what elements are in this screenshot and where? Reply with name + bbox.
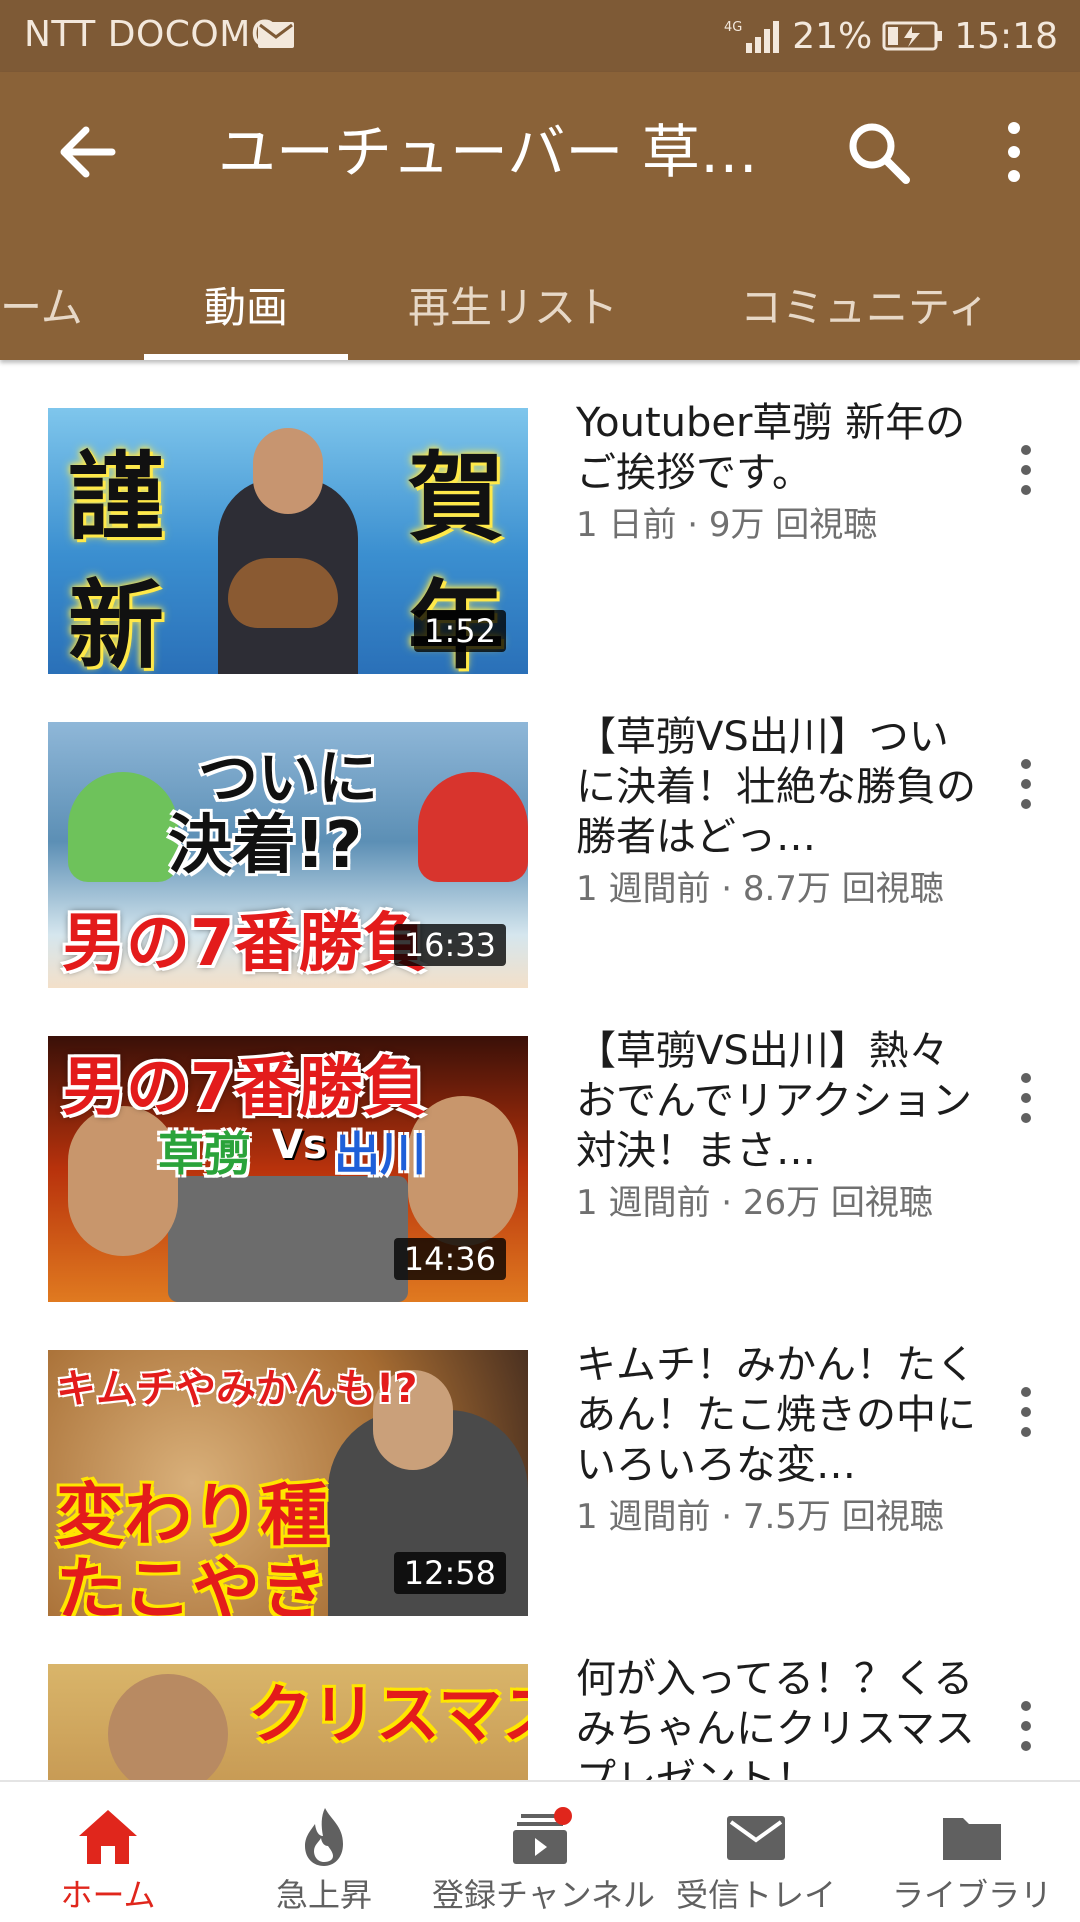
battery-charging-icon [882, 21, 943, 51]
row-more-icon[interactable] [1010, 1380, 1042, 1444]
video-title[interactable]: 【草彅VS出川】ついに決着！壮絶な勝負の勝者はどっ… [576, 712, 976, 862]
video-row[interactable]: クリスマス 何が入ってる！？くるみちゃんにクリスマスプレゼント！ [0, 1616, 1080, 1780]
bottom-navigation: ホーム 急上昇 登録チャンネル 受信トレイ ライブラリ [0, 1780, 1080, 1922]
tab-playlists[interactable]: 再生リスト [408, 256, 618, 360]
nav-subscriptions[interactable]: 登録チャンネル [432, 1782, 656, 1922]
video-subtitle: 1 週間前 · 8.7万 回視聴 [576, 869, 944, 909]
video-thumbnail[interactable]: 謹 賀 新 年 1:52 [48, 408, 528, 674]
app-bar: ユーチューバー 草… ーム 動画 再生リスト コミュニティ [0, 72, 1080, 360]
library-folder-icon [943, 1818, 1001, 1860]
duration-badge: 16:33 [393, 924, 506, 966]
thumb-text: 男の7番勝負 [62, 907, 427, 981]
video-thumbnail[interactable]: キムチやみかんも!? 変わり種 たこやき 12:58 [48, 1350, 528, 1616]
notification-badge [554, 1807, 572, 1825]
row-more-icon[interactable] [1010, 1066, 1042, 1130]
status-right: 4G 21% 15:18 [724, 14, 1058, 58]
signal-4g-icon: 4G [724, 20, 780, 53]
nav-library[interactable]: ライブラリ [864, 1782, 1080, 1922]
row-more-icon[interactable] [1010, 1694, 1042, 1758]
thumb-text: 男の7番勝負 [62, 1051, 427, 1125]
thumb-text: 決着!? [168, 809, 363, 883]
thumb-text: 出川 [334, 1127, 426, 1181]
video-meta[interactable]: 何が入ってる！？くるみちゃんにクリスマスプレゼント！ [576, 1654, 976, 1780]
thumb-text: 草彅 [158, 1127, 250, 1181]
nav-label: ホーム [60, 1876, 156, 1914]
duration-badge: 14:36 [393, 1238, 506, 1280]
video-title[interactable]: 何が入ってる！？くるみちゃんにクリスマスプレゼント！ [576, 1654, 976, 1780]
thumbnail-oden-pot [168, 1176, 408, 1302]
status-bar: NTT DOCOMO 4G 21% 15:18 [0, 0, 1080, 72]
tab-community[interactable]: コミュニティ [740, 256, 989, 360]
battery-percent: 21% [792, 15, 873, 57]
video-subtitle: 1 週間前 · 7.5万 回視聴 [576, 1497, 944, 1537]
nav-label: 登録チャンネル [432, 1876, 656, 1914]
mail-icon [258, 22, 294, 48]
video-meta[interactable]: 【草彅VS出川】ついに決着！壮絶な勝負の勝者はどっ… 1 週間前 · 8.7万 … [576, 712, 976, 912]
video-meta[interactable]: キムチ！みかん！たくあん！たこ焼きの中にいろいろな変… 1 週間前 · 7.5万… [576, 1340, 976, 1540]
video-row[interactable]: キムチやみかんも!? 変わり種 たこやき 12:58 キムチ！みかん！たくあん！… [0, 1302, 1080, 1616]
video-row[interactable]: ついに 決着!? 男の7番勝負 16:33 【草彅VS出川】ついに決着！壮絶な勝… [0, 674, 1080, 988]
home-icon [79, 1810, 137, 1864]
thumb-text: 賀 [408, 442, 504, 554]
thumbnail-helmet-red [418, 772, 528, 882]
carrier-name: NTT DOCOMO [24, 14, 280, 55]
video-row[interactable]: 謹 賀 新 年 1:52 Youtuber草彅 新年のご挨拶です。 1 日前 ·… [0, 360, 1080, 674]
row-more-icon[interactable] [1010, 438, 1042, 502]
video-title[interactable]: キムチ！みかん！たくあん！たこ焼きの中にいろいろな変… [576, 1340, 976, 1490]
thumbnail-boar [228, 558, 338, 628]
video-list[interactable]: 謹 賀 新 年 1:52 Youtuber草彅 新年のご挨拶です。 1 日前 ·… [0, 360, 1080, 1780]
video-thumbnail[interactable]: 男の7番勝負 草彅 Vs 出川 14:36 [48, 1036, 528, 1302]
tab-home[interactable]: ーム [0, 256, 83, 360]
thumb-text: 新 [68, 570, 164, 674]
thumb-text: キムチやみかんも!? [56, 1366, 418, 1412]
video-thumbnail[interactable]: ついに 決着!? 男の7番勝負 16:33 [48, 722, 528, 988]
thumb-text: たこやき [56, 1551, 329, 1616]
video-thumbnail[interactable]: クリスマス [48, 1664, 528, 1780]
more-vert-icon[interactable] [990, 114, 1038, 190]
thumbnail-face [253, 428, 323, 514]
thumb-text: Vs [272, 1122, 327, 1168]
nav-label: 受信トレイ [675, 1876, 836, 1914]
channel-title: ユーチューバー 草… [218, 118, 758, 186]
duration-badge: 12:58 [393, 1552, 506, 1594]
svg-text:4G: 4G [724, 20, 742, 35]
video-row[interactable]: 男の7番勝負 草彅 Vs 出川 14:36 【草彅VS出川】熱々おでんでリアクシ… [0, 988, 1080, 1302]
clock: 15:18 [954, 15, 1058, 57]
thumb-text: クリスマス [248, 1679, 528, 1753]
subscriptions-icon [513, 1807, 572, 1864]
video-subtitle: 1 日前 · 9万 回視聴 [576, 505, 878, 545]
thumb-text: 謹 [68, 442, 164, 554]
video-meta[interactable]: Youtuber草彅 新年のご挨拶です。 1 日前 · 9万 回視聴 [576, 398, 976, 548]
thumbnail-helmet-green [68, 772, 178, 882]
video-title[interactable]: 【草彅VS出川】熱々おでんでリアクション対決！まさ… [576, 1026, 976, 1176]
tab-videos[interactable]: 動画 [204, 256, 288, 360]
channel-tabs: ーム 動画 再生リスト コミュニティ [0, 256, 1080, 360]
nav-label: 急上昇 [275, 1876, 372, 1914]
inbox-mail-icon [727, 1816, 785, 1860]
duration-badge: 1:52 [414, 610, 506, 652]
back-arrow-icon[interactable] [52, 116, 124, 188]
trending-fire-icon [305, 1808, 343, 1866]
thumbnail-face [108, 1674, 228, 1780]
search-icon[interactable] [840, 114, 916, 190]
video-subtitle: 1 週間前 · 26万 回視聴 [576, 1183, 933, 1223]
nav-inbox[interactable]: 受信トレイ [648, 1782, 864, 1922]
nav-label: ライブラリ [891, 1876, 1052, 1914]
row-more-icon[interactable] [1010, 752, 1042, 816]
nav-home[interactable]: ホーム [0, 1782, 216, 1922]
video-meta[interactable]: 【草彅VS出川】熱々おでんでリアクション対決！まさ… 1 週間前 · 26万 回… [576, 1026, 976, 1226]
nav-trending[interactable]: 急上昇 [216, 1782, 432, 1922]
video-title[interactable]: Youtuber草彅 新年のご挨拶です。 [576, 398, 976, 498]
